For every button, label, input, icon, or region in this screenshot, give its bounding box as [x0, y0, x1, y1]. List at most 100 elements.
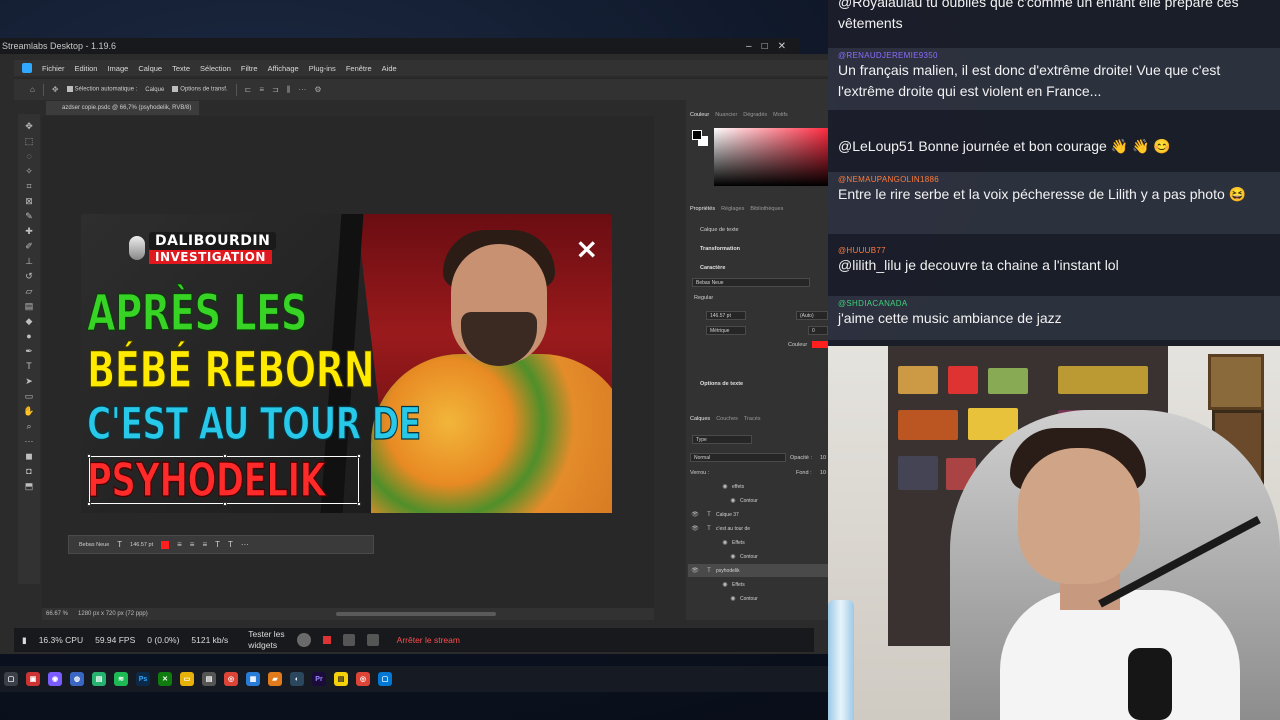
text-color-chip[interactable]: [812, 341, 828, 348]
font-style-field[interactable]: Regular: [694, 295, 713, 301]
layer-row[interactable]: 👁 Tc'est au tour de: [688, 522, 828, 535]
color-swatch-icon[interactable]: ◼: [23, 450, 35, 462]
menu-affichage[interactable]: Affichage: [268, 64, 299, 73]
menu-fenetre[interactable]: Fenêtre: [346, 64, 372, 73]
maximize-button[interactable]: □: [762, 41, 768, 52]
move-tool-icon[interactable]: ✥: [52, 85, 59, 94]
stamp-tool-icon[interactable]: ⊥: [23, 255, 35, 267]
layer-row[interactable]: ◉ Effets: [688, 578, 828, 591]
eraser-tool-icon[interactable]: ▱: [23, 285, 35, 297]
font-size-select[interactable]: 146.57 pt: [130, 542, 153, 548]
resize-handle[interactable]: [87, 454, 91, 458]
magic-wand-tool-icon[interactable]: ✧: [23, 165, 35, 177]
visibility-eye-icon[interactable]: 👁: [688, 525, 702, 532]
more-options-icon[interactable]: ···: [241, 540, 249, 549]
gradient-tool-icon[interactable]: ▤: [23, 300, 35, 312]
align-center-icon[interactable]: ≡: [259, 85, 264, 94]
resize-handle[interactable]: [357, 502, 361, 506]
screen-mode-icon[interactable]: ⬒: [23, 480, 35, 492]
type-tool-icon[interactable]: T: [23, 360, 35, 372]
opacity-value[interactable]: 10: [820, 455, 826, 461]
marquee-tool-icon[interactable]: ⬚: [23, 135, 35, 147]
brush-tool-icon[interactable]: ✐: [23, 240, 35, 252]
blend-mode-select[interactable]: Normal: [690, 453, 786, 462]
menu-image[interactable]: Image: [107, 64, 128, 73]
healing-tool-icon[interactable]: ✚: [23, 225, 35, 237]
layer-select-dropdown[interactable]: Calque: [145, 87, 164, 93]
text-color-swatch[interactable]: [161, 540, 170, 549]
move-tool-icon[interactable]: ✥: [23, 120, 35, 132]
path-select-icon[interactable]: ➤: [23, 375, 35, 387]
discord-icon[interactable]: ◉: [48, 672, 62, 686]
photos-icon[interactable]: ▦: [246, 672, 260, 686]
layer-row[interactable]: 👁 Tpsyhodelik: [688, 564, 828, 577]
spotify-icon[interactable]: ≋: [114, 672, 128, 686]
screenshot-icon[interactable]: [366, 634, 379, 646]
game-icon[interactable]: ▰: [268, 672, 282, 686]
menu-selection[interactable]: Sélection: [200, 64, 231, 73]
layer-filter-select[interactable]: Type: [692, 435, 752, 444]
layer-row[interactable]: ◉ effets: [688, 480, 828, 493]
document-tab[interactable]: azdser copie.psdc @ 66,7% (psyhodelik, R…: [46, 101, 200, 115]
more-icon[interactable]: ···: [298, 85, 306, 94]
settings-icon[interactable]: ⚙: [314, 85, 321, 94]
photoshop-icon[interactable]: Ps: [136, 672, 150, 686]
leading-field[interactable]: (Auto): [796, 311, 828, 320]
font-family-field[interactable]: Bebas Neue: [692, 278, 810, 287]
app-icon[interactable]: ▣: [26, 672, 40, 686]
transform-options-checkbox[interactable]: Options de transf.: [172, 86, 228, 93]
record-button[interactable]: [296, 633, 311, 647]
resize-handle[interactable]: [87, 502, 91, 506]
layer-row[interactable]: ◉ Contour: [688, 592, 828, 605]
distribute-icon[interactable]: ⫼: [287, 85, 291, 95]
foreground-color-swatch[interactable]: [692, 130, 702, 140]
align-left-icon[interactable]: ⊏: [245, 85, 252, 94]
crop-tool-icon[interactable]: ⌗: [23, 180, 35, 192]
xbox-icon[interactable]: ✕: [158, 672, 172, 686]
menu-calque[interactable]: Calque: [138, 64, 162, 73]
premiere-icon[interactable]: Pr: [312, 672, 326, 686]
font-family-select[interactable]: Bebas Neue: [79, 542, 109, 548]
start-icon[interactable]: ▢: [4, 672, 18, 686]
thumbnail-canvas[interactable]: × DALIBOURDIN INVESTIGATION APRÈS LES BÉ…: [81, 214, 612, 513]
more-tools-icon[interactable]: ···: [23, 435, 35, 447]
tab-traces[interactable]: Tracés: [744, 416, 761, 422]
layer-row[interactable]: ◉ Contour: [688, 550, 828, 563]
menu-plugins[interactable]: Plug-ins: [309, 64, 336, 73]
chrome-icon[interactable]: ◎: [224, 672, 238, 686]
align-right-icon[interactable]: ⊐: [272, 85, 279, 94]
align-left-icon[interactable]: ≡: [177, 540, 182, 549]
tab-reglages[interactable]: Réglages: [721, 206, 744, 212]
align-center-icon[interactable]: ≡: [190, 540, 195, 549]
frame-tool-icon[interactable]: ⊠: [23, 195, 35, 207]
replay-buffer-icon[interactable]: [342, 634, 355, 646]
stop-stream-button[interactable]: Arrêter le stream: [397, 635, 460, 645]
color-picker-field[interactable]: [714, 128, 828, 186]
terminal-icon[interactable]: ▤: [202, 672, 216, 686]
layer-row[interactable]: ◉ Effets: [688, 536, 828, 549]
auto-select-checkbox[interactable]: Sélection automatique :: [66, 86, 137, 93]
character-section[interactable]: Caractère: [700, 265, 725, 271]
layer-row[interactable]: ◉ Contour: [688, 494, 828, 507]
fill-value[interactable]: 10: [820, 470, 826, 476]
tracking-field[interactable]: 0: [808, 326, 828, 335]
horizontal-scrollbar[interactable]: [336, 612, 496, 616]
zoom-level[interactable]: 66.67 %: [46, 611, 68, 617]
dodge-tool-icon[interactable]: ●: [23, 330, 35, 342]
menu-texte[interactable]: Texte: [172, 64, 190, 73]
stop-icon[interactable]: [322, 636, 331, 644]
menu-edition[interactable]: Edition: [75, 64, 98, 73]
resize-handle[interactable]: [223, 454, 227, 458]
tab-proprietes[interactable]: Propriétés: [690, 206, 715, 212]
layer-row[interactable]: 👁 T Calque 37: [688, 508, 828, 521]
history-brush-icon[interactable]: ↺: [23, 270, 35, 282]
window-icon[interactable]: ▢: [378, 672, 392, 686]
steam-icon[interactable]: ◐: [290, 672, 304, 686]
test-widgets-button[interactable]: Tester les widgets: [248, 629, 284, 651]
resize-handle[interactable]: [223, 502, 227, 506]
visibility-eye-icon[interactable]: 👁: [688, 511, 702, 518]
zoom-tool-icon[interactable]: ⌕: [23, 420, 35, 432]
tab-motifs[interactable]: Motifs: [773, 112, 788, 118]
resize-handle[interactable]: [357, 454, 361, 458]
close-button[interactable]: ✕: [778, 41, 786, 52]
